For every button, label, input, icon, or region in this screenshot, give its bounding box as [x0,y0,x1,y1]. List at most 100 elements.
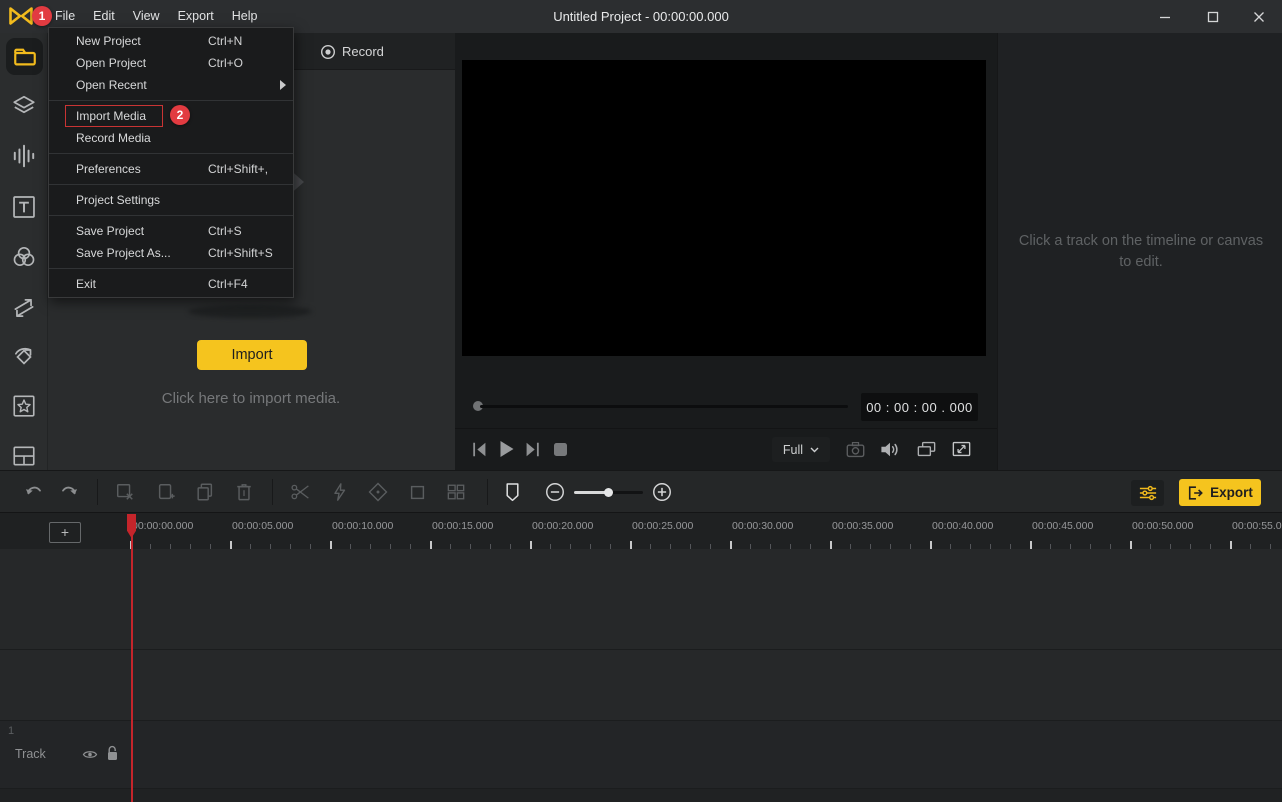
layout-button[interactable] [444,480,468,504]
import-hint-text[interactable]: Click here to import media. [120,390,382,407]
track-number: 1 [8,725,15,737]
play-button[interactable] [494,437,518,461]
menu-item-new-project[interactable]: New Project Ctrl+N [49,30,293,52]
export-button[interactable]: Export [1179,479,1261,506]
split-button[interactable] [288,480,312,504]
previous-frame-button[interactable] [468,437,492,461]
seek-bar[interactable] [480,405,848,408]
record-tab-label: Record [342,44,384,59]
timeline-ruler[interactable]: + 00:00:00.000 00:00:05.000 00:00:10.000 00… [0,512,1282,549]
ruler-label: 00:00:40.000 [932,520,994,532]
paste-button[interactable] [154,480,178,504]
properties-hint-text: Click a track on the timeline or canvas … [1018,233,1264,270]
shortcut: Ctrl+N [208,34,243,48]
redo-button[interactable] [56,480,80,504]
cut-button[interactable] [113,480,137,504]
ruler-label: 00:00:10.000 [332,520,394,532]
ruler-label: 00:00:25.000 [632,520,694,532]
playhead-line[interactable] [131,514,133,802]
volume-button[interactable] [878,437,902,461]
transitions-icon[interactable] [11,295,37,321]
preview-zoom-select[interactable]: Full [772,437,830,462]
menu-item-save-project-as[interactable]: Save Project As... Ctrl+Shift+S [49,242,293,264]
delete-button[interactable] [232,480,256,504]
track-visibility-eye-icon[interactable] [82,748,98,762]
app-window: Untitled Project - 00:00:00.000 File Edi… [0,0,1282,802]
minimize-button[interactable] [1146,0,1184,33]
toolbar-divider [272,479,273,505]
timeline-row[interactable] [0,650,1282,721]
timeline-zoom-slider-fill [574,491,608,494]
timeline-zoom-out-button[interactable] [543,480,567,504]
ruler-label: 00:00:05.000 [232,520,294,532]
ruler-label: 00:00:45.000 [1032,520,1094,532]
shortcut: Ctrl+O [208,56,244,70]
dual-screen-button[interactable] [914,437,938,461]
menu-separator [49,184,293,185]
preview-zoom-value: Full [782,442,804,457]
marker-button[interactable] [500,480,524,504]
speed-button[interactable] [327,480,351,504]
timeline-track-row[interactable] [0,721,1282,789]
split-screen-icon[interactable] [11,443,37,469]
shortcut: Ctrl+S [208,224,242,238]
ruler-label: 00:00:00.000 [132,520,194,532]
export-settings-button[interactable] [1131,480,1164,506]
maximize-button[interactable] [1194,0,1232,33]
fullscreen-button[interactable] [949,437,973,461]
audio-waveform-icon[interactable] [11,143,37,169]
video-canvas[interactable] [462,60,986,356]
toolbar-divider [97,479,98,505]
timeline-zoom-slider-handle[interactable] [604,488,613,497]
elements-icon[interactable] [11,393,37,419]
export-icon [1189,485,1203,500]
annotation-step-1-badge: 1 [32,6,52,26]
submenu-arrow-icon [280,80,286,90]
menu-item-project-settings[interactable]: Project Settings [49,189,293,211]
annotation-step-2-badge: 2 [170,105,190,125]
menu-item-preferences[interactable]: Preferences Ctrl+Shift+, [49,158,293,180]
timeline-row[interactable] [0,549,1282,650]
timecode-display: 00 : 00 : 00 . 000 [861,393,978,421]
ruler-label: 00:00:15.000 [432,520,494,532]
menu-separator [49,100,293,101]
text-icon[interactable] [11,194,37,220]
undo-button[interactable] [23,480,47,504]
menu-item-open-recent[interactable]: Open Recent [49,74,293,96]
tab-record[interactable]: Record [320,33,384,70]
menu-item-exit[interactable]: Exit Ctrl+F4 [49,273,293,295]
menu-separator [49,215,293,216]
sidebar-item-media[interactable] [6,38,43,75]
properties-panel: Click a track on the timeline or canvas … [997,33,1282,470]
ruler-label: 00:00:50.000 [1132,520,1194,532]
adjust-sliders-icon [1139,485,1156,501]
menu-item-record-media[interactable]: Record Media [49,127,293,149]
chevron-down-icon [810,447,819,452]
menu-item-save-project[interactable]: Save Project Ctrl+S [49,220,293,242]
snapshot-camera-button[interactable] [843,437,867,461]
menu-item-open-project[interactable]: Open Project Ctrl+O [49,52,293,74]
next-frame-button[interactable] [520,437,544,461]
preview-panel: 00 : 00 : 00 . 000 Full [455,33,997,470]
layers-icon[interactable] [11,93,37,119]
stop-button[interactable] [548,437,572,461]
menu-separator [49,268,293,269]
ruler-label: 00:00:30.000 [732,520,794,532]
crop-button[interactable] [405,480,429,504]
close-button[interactable] [1240,0,1278,33]
ruler-label: 00:00:35.000 [832,520,894,532]
timeline-toolbar: Export [0,470,1282,512]
menu-item-import-media[interactable]: Import Media 2 [49,105,293,127]
ruler-labels: 00:00:00.000 00:00:05.000 00:00:10.000 00:0… [0,520,1282,534]
ruler-label: 00:00:55.000 [1232,520,1282,532]
track-lock-icon[interactable] [106,745,119,762]
motion-icon[interactable] [11,344,37,370]
shortcut: Ctrl+Shift+, [208,162,269,176]
shortcut: Ctrl+F4 [208,277,248,291]
timeline-zoom-in-button[interactable] [650,480,674,504]
import-button[interactable]: Import [197,340,307,370]
import-illustration-shadow [188,305,312,318]
filters-icon[interactable] [11,244,37,270]
keyframe-button[interactable] [366,480,390,504]
duplicate-button[interactable] [193,480,217,504]
